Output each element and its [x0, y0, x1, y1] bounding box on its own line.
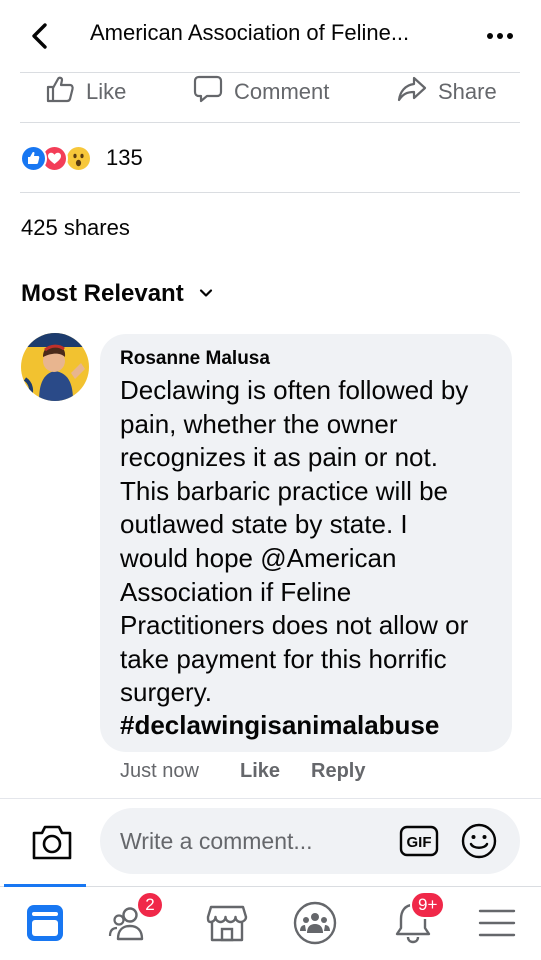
reaction-summary[interactable]: 135 — [20, 141, 143, 175]
comment-author[interactable]: Rosanne Malusa — [120, 348, 270, 370]
comment-input-placeholder: Write a comment... — [120, 828, 313, 854]
marketplace-store-icon — [205, 903, 249, 948]
avatar[interactable] — [21, 333, 89, 401]
gif-icon[interactable]: GIF — [399, 823, 439, 859]
nav-notifications[interactable]: 9+ — [388, 891, 446, 949]
reaction-count: 135 — [106, 145, 143, 170]
comment-like-button[interactable]: Like — [240, 760, 280, 783]
nav-marketplace[interactable] — [202, 901, 252, 949]
gif-label: GIF — [407, 834, 432, 851]
divider — [20, 192, 520, 193]
groups-icon — [292, 900, 338, 951]
comment-button[interactable]: Comment — [192, 72, 329, 112]
page-title: American Association of Feline... — [90, 20, 410, 45]
chevron-down-icon — [184, 280, 214, 308]
comment-label: Comment — [234, 79, 330, 104]
comment-timestamp: Just now — [120, 760, 199, 782]
post-actions: Like Comment Share — [0, 72, 541, 122]
top-bar: American Association of Feline... — [0, 0, 541, 72]
comment-hashtag[interactable]: #declawingisanimalabuse — [120, 710, 439, 741]
thumbs-up-icon — [44, 73, 86, 111]
wow-reaction-icon — [65, 145, 92, 172]
comment-reply-button[interactable]: Reply — [311, 760, 365, 783]
nav-menu[interactable] — [472, 901, 522, 949]
nav-home[interactable] — [20, 901, 70, 949]
divider — [20, 122, 520, 123]
sort-label: Most Relevant — [21, 280, 184, 307]
like-button[interactable]: Like — [44, 72, 126, 112]
comment-bubble-icon — [192, 73, 234, 111]
hamburger-menu-icon — [477, 903, 517, 948]
camera-icon[interactable] — [30, 822, 74, 862]
comment-bubble: Rosanne Malusa Declawing is often follow… — [100, 334, 512, 752]
share-arrow-icon — [396, 73, 438, 111]
comment-text: Declawing is often followed by pain, whe… — [120, 375, 469, 708]
divider — [0, 798, 541, 799]
notifications-badge: 9+ — [410, 891, 446, 919]
reaction-icons — [20, 141, 104, 175]
more-options-icon[interactable] — [480, 18, 520, 54]
like-reaction-icon — [20, 145, 47, 172]
emoji-icon[interactable] — [460, 822, 498, 860]
home-feed-icon — [25, 903, 65, 948]
like-label: Like — [86, 79, 127, 104]
nav-friends[interactable]: 2 — [106, 891, 164, 949]
friends-badge: 2 — [136, 891, 164, 919]
comment-input[interactable]: Write a comment... GIF — [100, 808, 520, 874]
comment-sort-dropdown[interactable]: Most Relevant — [21, 280, 214, 308]
share-label: Share — [438, 79, 497, 104]
bottom-navigation: 2 9+ — [0, 887, 541, 960]
nav-groups[interactable] — [290, 901, 340, 949]
back-arrow-icon[interactable] — [22, 18, 58, 54]
share-count[interactable]: 425 shares — [21, 215, 130, 241]
share-button[interactable]: Share — [396, 72, 497, 112]
